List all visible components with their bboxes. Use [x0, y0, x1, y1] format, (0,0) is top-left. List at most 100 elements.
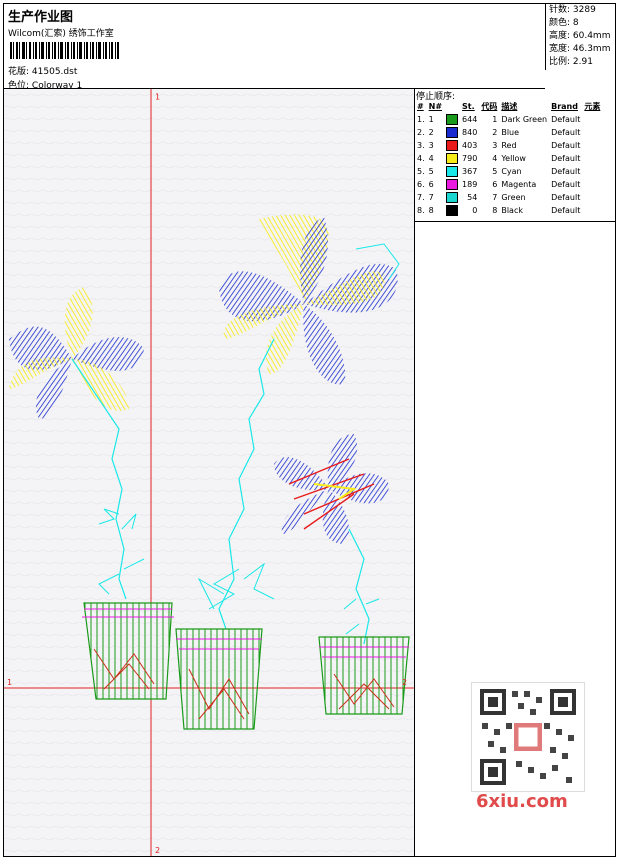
row-code: 7: [492, 193, 498, 202]
color-table: # N# St. 代码 描述 Brand 元素 1. 1 644 1 Dark Gree…: [415, 100, 602, 217]
row-brand: Default: [551, 193, 581, 202]
row-brand: Default: [551, 154, 581, 163]
pot-middle: [175, 628, 263, 730]
row-code: 1: [492, 115, 498, 124]
color-swatch: [446, 127, 459, 138]
row-stitches: 840: [462, 128, 478, 137]
row-number: 6: [428, 180, 434, 189]
row-code: 6: [492, 180, 498, 189]
color-swatch: [446, 153, 459, 164]
row-index: 7.: [417, 193, 425, 202]
color-row: 7. 7 54 7 Green Default: [415, 191, 602, 204]
pot-left: [82, 602, 174, 700]
col-index: #: [417, 102, 424, 111]
row-stitches: 189: [462, 180, 478, 189]
row-stitches: 54: [467, 193, 478, 202]
col-stitches: St.: [462, 102, 475, 111]
stitch-count: 针数: 3289: [549, 5, 596, 15]
row-swatch: [444, 165, 460, 178]
design-scale: 比例: 2.91: [549, 57, 593, 67]
row-description: Magenta: [501, 180, 537, 189]
row-index: 2.: [417, 128, 425, 137]
design-file-value: 41505.dst: [31, 67, 78, 77]
row-brand: Default: [551, 128, 581, 137]
row-description: Blue: [501, 128, 520, 137]
row-code: 8: [492, 206, 498, 215]
design-height: 高度: 60.4mm: [549, 31, 611, 41]
row-element: [582, 178, 602, 191]
col-code: 代码: [481, 102, 498, 111]
row-number: 3: [428, 141, 434, 150]
design-file: 花版: 41505.dst: [8, 64, 77, 77]
color-row: 2. 2 840 2 Blue Default: [415, 126, 602, 139]
header-panel: 生产作业图 Wilcom(汇索) 绣饰工作室 花版: 41505.dst 色位:…: [4, 4, 545, 91]
row-element: [582, 126, 602, 139]
design-info-panel: 针数: 3289 颜色: 8 高度: 60.4mm 宽度: 46.3mm 比例:…: [545, 4, 615, 70]
row-element: [582, 113, 602, 126]
row-description: Red: [501, 141, 517, 150]
row-index: 1.: [417, 115, 425, 124]
row-description: Black: [501, 206, 523, 215]
row-swatch: [444, 152, 460, 165]
axis-label-bottom: 2: [155, 846, 160, 855]
color-row: 6. 6 189 6 Magenta Default: [415, 178, 602, 191]
color-swatch: [446, 114, 459, 125]
row-swatch: [444, 139, 460, 152]
row-stitches: 644: [462, 115, 478, 124]
row-swatch: [444, 126, 460, 139]
row-swatch: [444, 191, 460, 204]
row-index: 6.: [417, 180, 425, 189]
color-count: 颜色: 8: [549, 18, 579, 28]
row-code: 2: [492, 128, 498, 137]
color-table-header: # N# St. 代码 描述 Brand 元素: [415, 100, 602, 113]
watermark-site: 6xiu.com: [476, 791, 568, 812]
row-number: 8: [428, 206, 434, 215]
row-stitches: 367: [462, 167, 478, 176]
row-description: Dark Green: [501, 115, 548, 124]
row-element: [582, 191, 602, 204]
row-brand: Default: [551, 206, 581, 215]
row-brand: Default: [551, 167, 581, 176]
row-index: 8.: [417, 206, 425, 215]
color-swatch: [446, 192, 459, 203]
col-description: 描述: [501, 102, 518, 111]
color-swatch: [446, 140, 459, 151]
color-row: 1. 1 644 1 Dark Green Default: [415, 113, 602, 126]
color-swatch: [446, 205, 459, 216]
col-element: 元素: [584, 102, 601, 111]
company-name: Wilcom(汇索) 绣饰工作室: [8, 29, 114, 39]
row-code: 4: [492, 154, 498, 163]
qr-code-graphic: [480, 689, 576, 785]
row-element: [582, 204, 602, 217]
row-code: 5: [492, 167, 498, 176]
qr-code-image: [471, 682, 585, 792]
row-number: 2: [428, 128, 434, 137]
design-file-label: 花版:: [8, 67, 30, 77]
embroidery-canvas: 1 1 2 2: [4, 89, 415, 856]
row-code: 3: [492, 141, 498, 150]
col-brand: Brand: [551, 102, 578, 111]
row-number: 4: [428, 154, 434, 163]
row-description: Cyan: [501, 167, 522, 176]
row-stitches: 403: [462, 141, 478, 150]
row-number: 5: [428, 167, 434, 176]
row-number: 7: [428, 193, 434, 202]
row-stitches: 790: [462, 154, 478, 163]
col-number: N#: [428, 102, 443, 111]
color-row: 5. 5 367 5 Cyan Default: [415, 165, 602, 178]
color-row: 3. 3 403 3 Red Default: [415, 139, 602, 152]
row-brand: Default: [551, 141, 581, 150]
pot-right: [318, 636, 410, 715]
row-element: [582, 139, 602, 152]
row-index: 5.: [417, 167, 425, 176]
row-index: 3.: [417, 141, 425, 150]
row-element: [582, 152, 602, 165]
axis-label-top: 1: [155, 93, 160, 102]
axis-label-left: 1: [7, 678, 12, 687]
row-swatch: [444, 113, 460, 126]
col-swatch: [444, 100, 460, 113]
color-row: 8. 8 0 8 Black Default: [415, 204, 602, 217]
barcode-image: [10, 42, 119, 59]
row-index: 4.: [417, 154, 425, 163]
color-row: 4. 4 790 4 Yellow Default: [415, 152, 602, 165]
